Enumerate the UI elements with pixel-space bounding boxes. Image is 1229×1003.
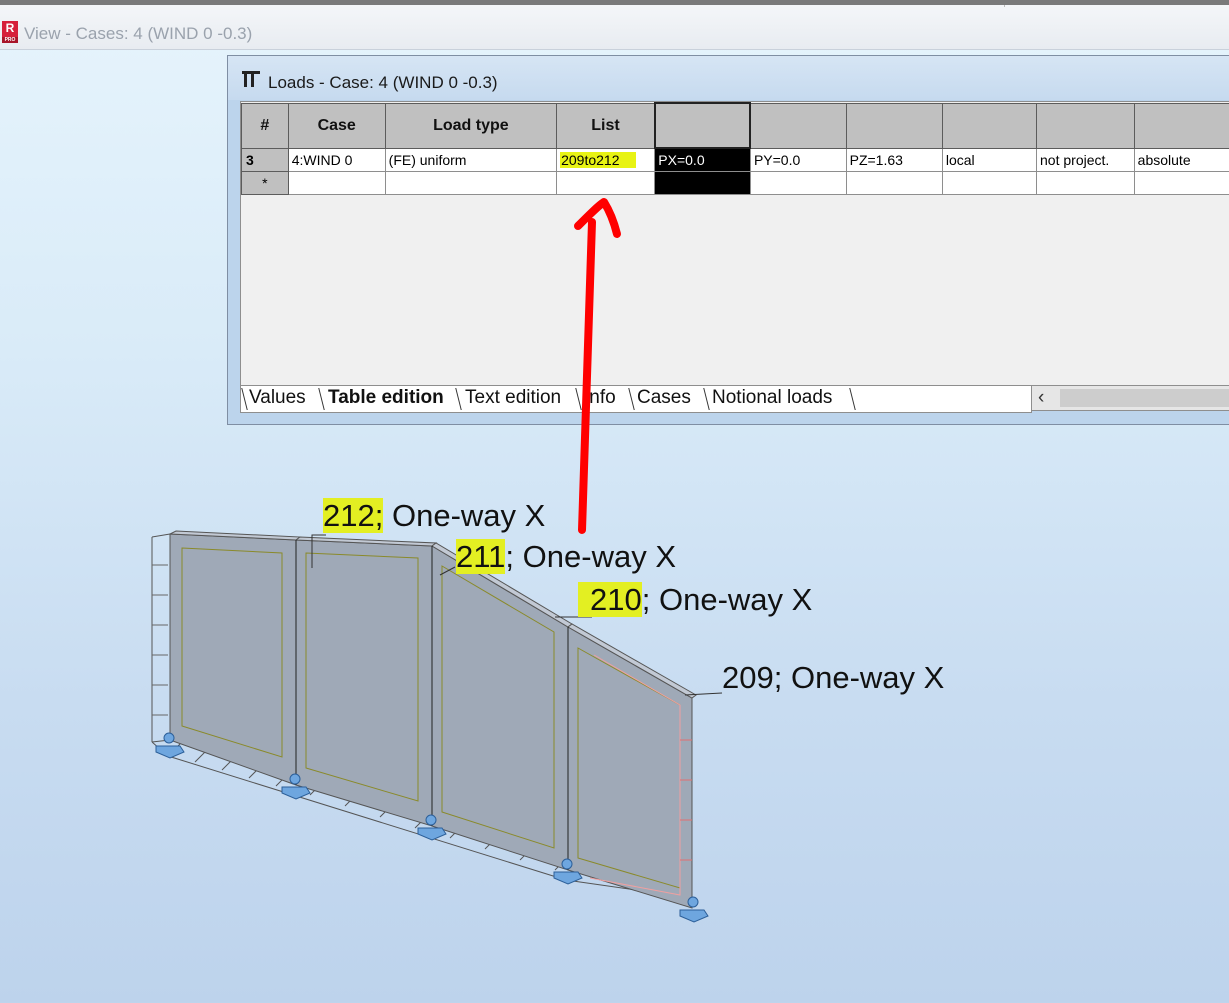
panel-label-212: 212; One-way X	[323, 498, 545, 534]
cell-load-type[interactable]: (FE) uniform	[384, 147, 558, 172]
cell-empty[interactable]	[941, 171, 1038, 195]
tab-divider	[455, 388, 462, 410]
cell-pz[interactable]: PZ=1.63	[845, 147, 943, 172]
cell-empty[interactable]	[845, 171, 943, 195]
col-header-10[interactable]	[1133, 102, 1229, 149]
panel-210[interactable]	[431, 545, 569, 871]
row-header[interactable]: 3	[241, 147, 289, 172]
col-header-case[interactable]: Case	[287, 102, 386, 149]
cell-coord-type[interactable]: absolute	[1133, 147, 1229, 172]
cell-py[interactable]: PY=0.0	[749, 147, 847, 172]
cell-empty[interactable]	[1133, 171, 1229, 195]
col-header-5[interactable]	[653, 102, 752, 149]
cell-list[interactable]: 209to212	[556, 147, 656, 172]
table-header-row: # Case Load type List	[241, 102, 1229, 149]
loads-dialog-titlebar[interactable]: Loads - Case: 4 (WIND 0 -0.3)	[228, 56, 1229, 100]
cell-empty[interactable]	[287, 171, 386, 195]
panel-label-210: 210; One-way X	[578, 582, 812, 618]
col-header-9[interactable]	[1036, 102, 1135, 149]
loads-table[interactable]: # Case Load type List 3 4:WIND 0 (FE) un…	[241, 102, 1229, 195]
loads-tabs-bar: Values Table edition Text edition Info C…	[240, 385, 1032, 413]
col-header-7[interactable]	[845, 102, 943, 149]
cell-empty[interactable]	[384, 171, 558, 195]
tab-info[interactable]: Info	[584, 387, 616, 409]
loads-grid-area[interactable]: # Case Load type List 3 4:WIND 0 (FE) un…	[240, 101, 1229, 387]
cell-list-value: 209to212	[560, 151, 636, 168]
tab-divider	[575, 388, 582, 410]
horizontal-scrollbar[interactable]: ‹	[1031, 385, 1229, 411]
panel-212[interactable]	[169, 533, 297, 786]
col-header-list[interactable]: List	[556, 102, 656, 149]
loads-dialog-title: Loads - Case: 4 (WIND 0 -0.3)	[268, 73, 498, 92]
scroll-left-arrow-icon[interactable]: ‹	[1038, 387, 1044, 409]
cell-empty-selected[interactable]	[654, 171, 751, 195]
label-separator: ;	[773, 660, 783, 695]
cell-coord-system[interactable]: local	[941, 147, 1038, 172]
cell-empty[interactable]	[556, 171, 656, 195]
tab-table-edition[interactable]: Table edition	[328, 387, 444, 409]
col-header-load-type[interactable]: Load type	[384, 102, 558, 149]
tab-divider	[628, 388, 635, 410]
cell-projection[interactable]: not project.	[1036, 147, 1135, 172]
cell-px[interactable]: PX=0.0	[654, 147, 751, 172]
panel-type: One-way X	[522, 539, 677, 574]
label-separator: ;	[641, 582, 651, 617]
label-separator: ;	[374, 498, 384, 533]
panel-number-211: 211	[456, 539, 506, 574]
tab-values[interactable]: Values	[249, 387, 306, 409]
table-row-new[interactable]: *	[241, 171, 1229, 195]
panel-label-209: 209; One-way X	[722, 660, 944, 696]
col-header-8[interactable]	[941, 102, 1038, 149]
panel-type: One-way X	[391, 498, 546, 533]
cell-empty[interactable]	[1036, 171, 1135, 195]
panel-label-211: 211; One-way X	[456, 539, 676, 575]
panel-211[interactable]	[295, 539, 433, 827]
loads-table-icon	[242, 71, 260, 87]
tab-notional-loads[interactable]: Notional loads	[712, 387, 832, 409]
panel-type: One-way X	[658, 582, 813, 617]
panel-209[interactable]	[567, 626, 693, 909]
scrollbar-thumb[interactable]	[1060, 389, 1229, 407]
label-separator: ;	[505, 539, 515, 574]
panel-number-209: 209	[722, 660, 774, 695]
row-header-new[interactable]: *	[241, 171, 289, 195]
cell-empty[interactable]	[749, 171, 847, 195]
tab-cases[interactable]: Cases	[637, 387, 691, 409]
cell-case[interactable]: 4:WIND 0	[287, 147, 386, 172]
panel-number-210: 210	[578, 582, 642, 617]
tab-divider	[318, 388, 325, 410]
loads-dialog[interactable]: Loads - Case: 4 (WIND 0 -0.3) # Case Loa…	[227, 55, 1229, 425]
col-header-number[interactable]: #	[241, 102, 289, 149]
tab-divider	[241, 388, 248, 410]
tab-divider	[849, 388, 856, 410]
col-header-6[interactable]	[749, 102, 847, 149]
panel-number-212: 212	[323, 498, 375, 533]
table-row[interactable]: 3 4:WIND 0 (FE) uniform 209to212 PX=0.0 …	[241, 147, 1229, 172]
tab-divider	[703, 388, 710, 410]
panel-type: One-way X	[790, 660, 945, 695]
tab-text-edition[interactable]: Text edition	[465, 387, 561, 409]
